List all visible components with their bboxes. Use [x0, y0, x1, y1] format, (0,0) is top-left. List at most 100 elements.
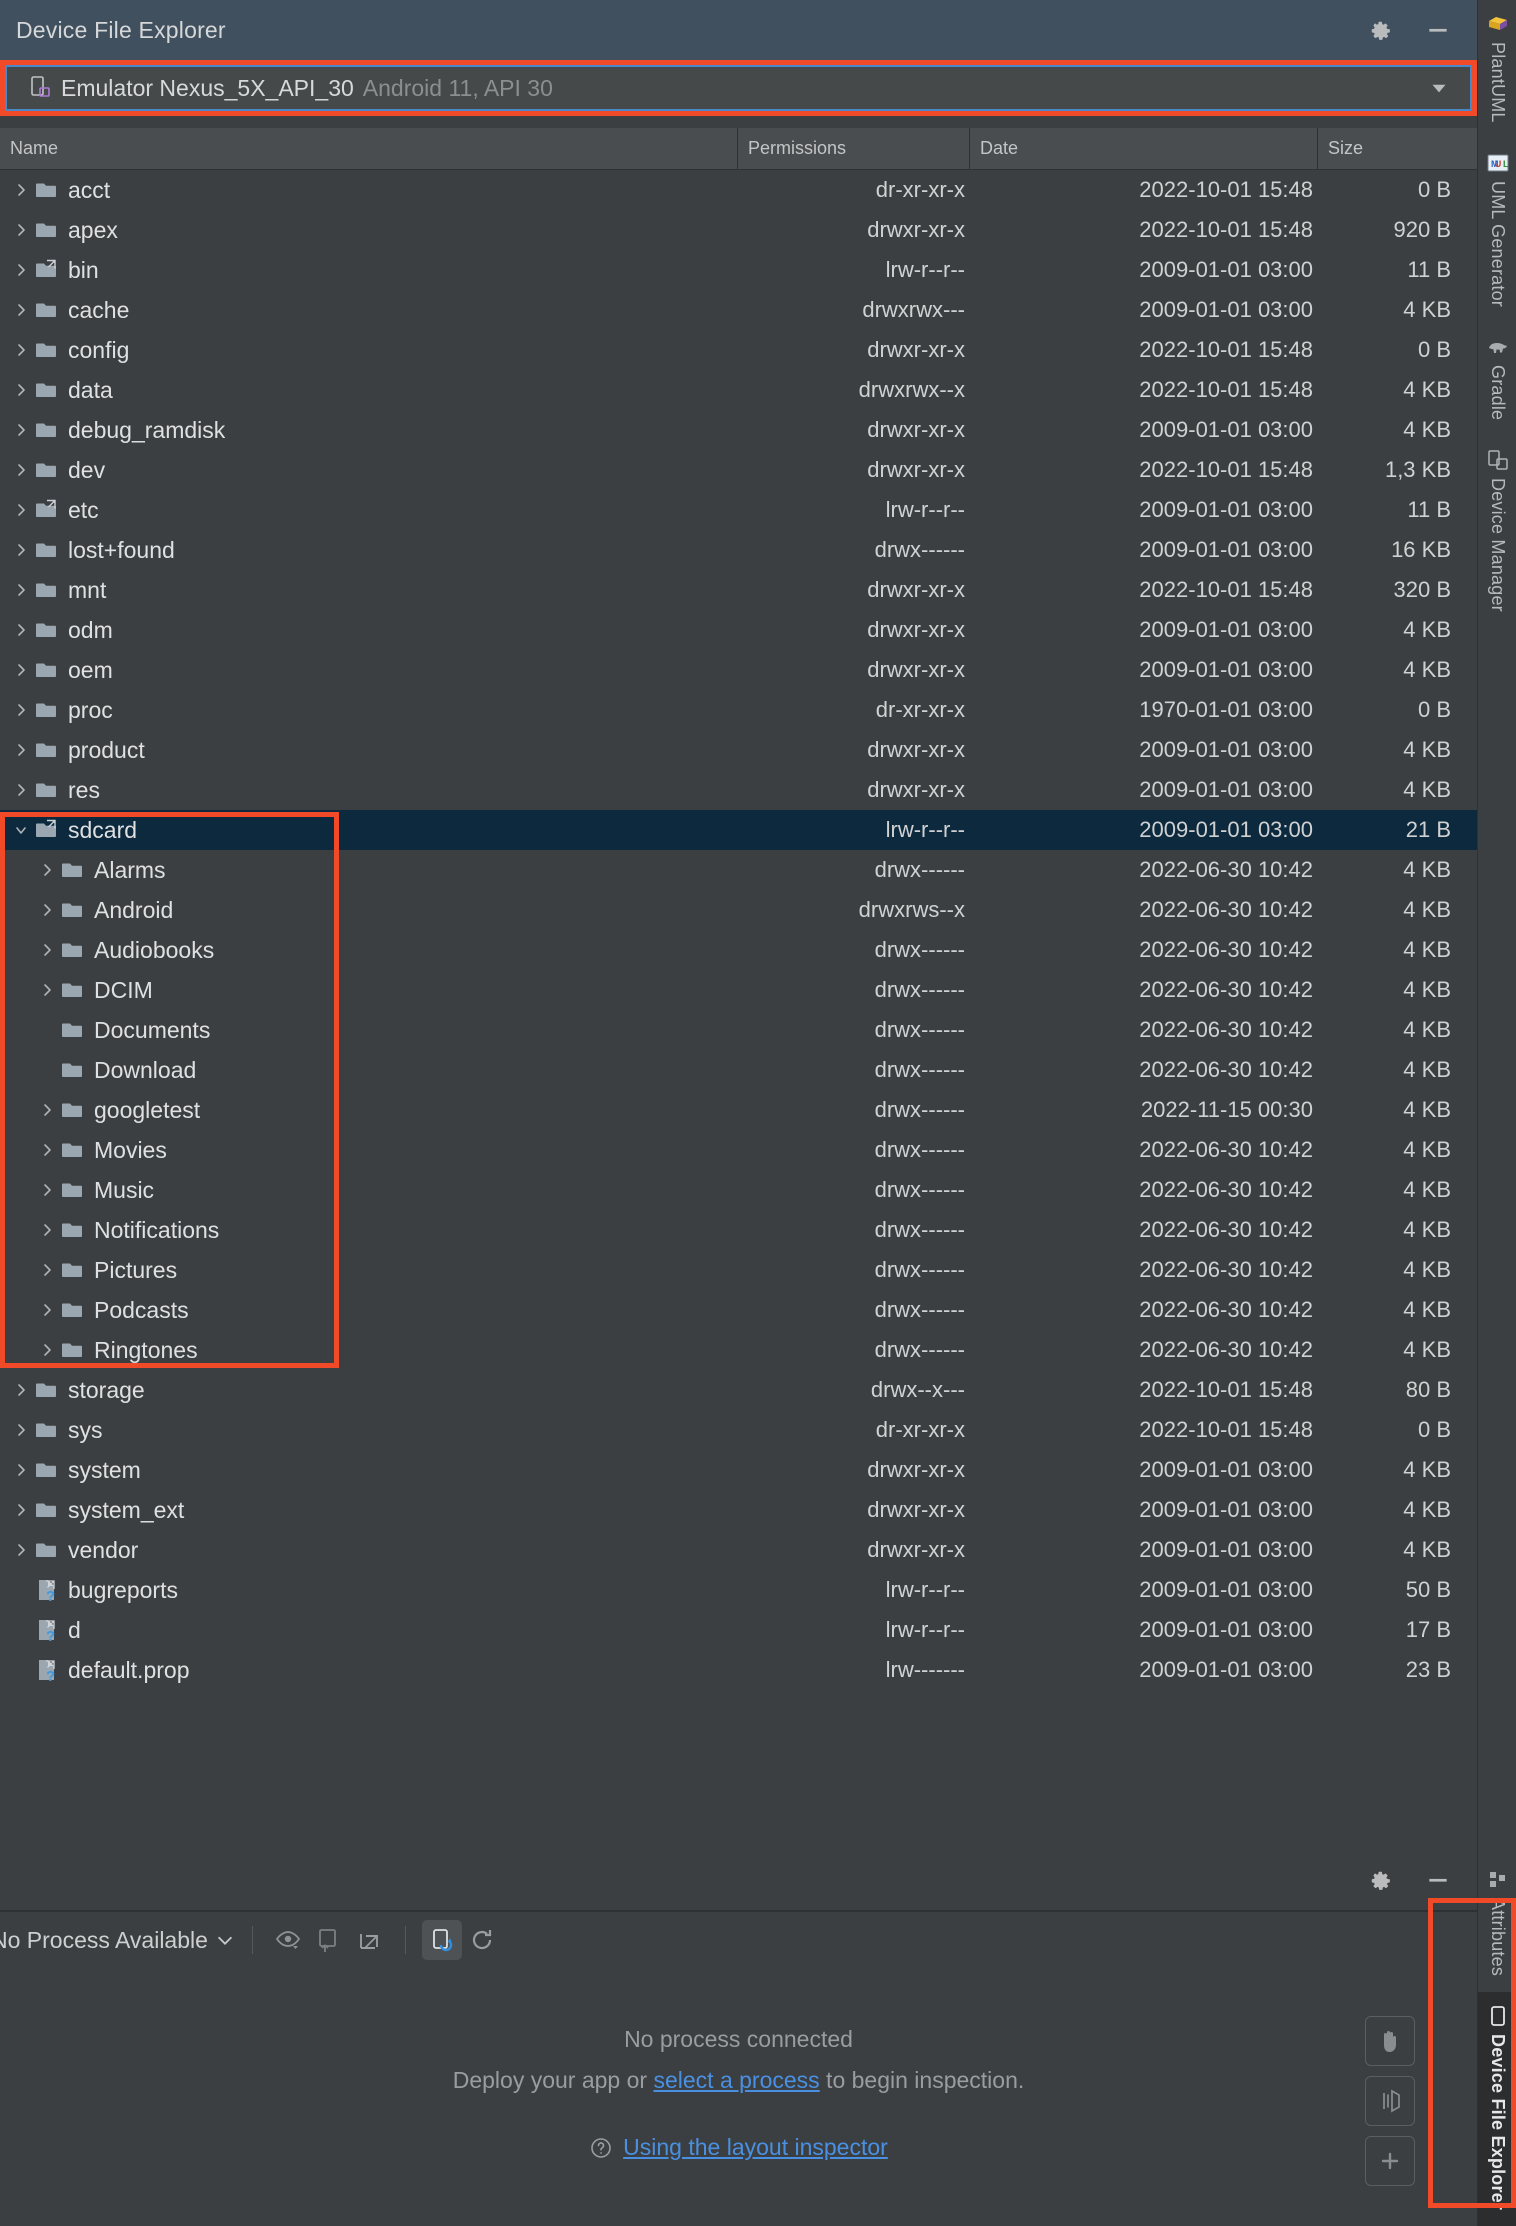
eye-dropdown-icon[interactable] [269, 1920, 309, 1960]
table-row[interactable]: system drwxr-xr-x 2009-01-01 03:00 4 KB [0, 1450, 1477, 1490]
gear-icon[interactable] [1367, 1867, 1393, 1893]
table-row[interactable]: data drwxrwx--x 2022-10-01 15:48 4 KB [0, 370, 1477, 410]
minimize-icon[interactable] [1425, 17, 1451, 43]
file-name-cell[interactable]: system_ext [0, 1490, 737, 1530]
file-name-cell[interactable]: lost+found [0, 530, 737, 570]
file-name-cell[interactable]: Alarms [0, 850, 737, 890]
chevron-right-icon[interactable] [34, 937, 60, 963]
table-row[interactable]: Notifications drwx------ 2022-06-30 10:42 4… [0, 1210, 1477, 1250]
table-row[interactable]: ? default.prop lrw------- 2009-01-01 03:00 2… [0, 1650, 1477, 1690]
chevron-right-icon[interactable] [8, 697, 34, 723]
file-name-cell[interactable]: sys [0, 1410, 737, 1450]
rail-item-attributes[interactable]: Attributes [1478, 1856, 1516, 1992]
chevron-right-icon[interactable] [34, 1337, 60, 1363]
file-name-cell[interactable]: Notifications [0, 1210, 737, 1250]
minimize-icon[interactable] [1425, 1867, 1451, 1893]
chevron-right-icon[interactable] [34, 1177, 60, 1203]
chevron-right-icon[interactable] [8, 497, 34, 523]
table-row[interactable]: Music drwx------ 2022-06-30 10:42 4 KB [0, 1170, 1477, 1210]
chevron-right-icon[interactable] [34, 977, 60, 1003]
table-row[interactable]: proc dr-xr-xr-x 1970-01-01 03:00 0 B [0, 690, 1477, 730]
chevron-right-icon[interactable] [8, 737, 34, 763]
table-row[interactable]: Audiobooks drwx------ 2022-06-30 10:42 4 KB [0, 930, 1477, 970]
file-name-cell[interactable]: oem [0, 650, 737, 690]
file-name-cell[interactable]: proc [0, 690, 737, 730]
layers-3d-icon[interactable] [1365, 2076, 1415, 2126]
file-name-cell[interactable]: cache [0, 290, 737, 330]
file-name-cell[interactable]: res [0, 770, 737, 810]
export-snapshot-icon[interactable] [349, 1920, 389, 1960]
table-row[interactable]: storage drwx--x--- 2022-10-01 15:48 80 B [0, 1370, 1477, 1410]
chevron-down-icon[interactable] [8, 817, 34, 843]
chevron-right-icon[interactable] [34, 1217, 60, 1243]
table-row[interactable]: sdcard lrw-r--r-- 2009-01-01 03:00 21 B [0, 810, 1477, 850]
table-row[interactable]: Download drwx------ 2022-06-30 10:42 4 KB [0, 1050, 1477, 1090]
file-name-cell[interactable]: storage [0, 1370, 737, 1410]
table-row[interactable]: bin lrw-r--r-- 2009-01-01 03:00 11 B [0, 250, 1477, 290]
gear-icon[interactable] [1367, 17, 1393, 43]
device-selector[interactable]: Emulator Nexus_5X_API_30 Android 11, API… [0, 60, 1477, 116]
file-name-cell[interactable]: acct [0, 170, 737, 210]
table-row[interactable]: ? d lrw-r--r-- 2009-01-01 03:00 17 B [0, 1610, 1477, 1650]
column-header-name[interactable]: Name [0, 128, 737, 169]
table-row[interactable]: system_ext drwxr-xr-x 2009-01-01 03:00 4 KB [0, 1490, 1477, 1530]
rail-item-gradle[interactable]: Gradle [1478, 323, 1516, 436]
chevron-right-icon[interactable] [8, 657, 34, 683]
chevron-down-icon[interactable] [1426, 75, 1452, 101]
table-row[interactable]: DCIM drwx------ 2022-06-30 10:42 4 KB [0, 970, 1477, 1010]
file-name-cell[interactable]: Pictures [0, 1250, 737, 1290]
rail-item-plantuml[interactable]: PlantUML [1478, 0, 1516, 139]
file-tree[interactable]: acct dr-xr-xr-x 2022-10-01 15:48 0 B apex drw… [0, 170, 1477, 1850]
file-name-cell[interactable]: ? default.prop [0, 1650, 737, 1690]
rail-item-uml-generator[interactable]: U M L UML Generator [1478, 139, 1516, 323]
rail-item-device-file-explorer[interactable]: Device File Explorer [1478, 1991, 1516, 2226]
chevron-right-icon[interactable] [34, 1257, 60, 1283]
table-row[interactable]: lost+found drwx------ 2009-01-01 03:00 16 K… [0, 530, 1477, 570]
table-row[interactable]: config drwxr-xr-x 2022-10-01 15:48 0 B [0, 330, 1477, 370]
file-name-cell[interactable]: dev [0, 450, 737, 490]
file-name-cell[interactable]: data [0, 370, 737, 410]
file-name-cell[interactable]: config [0, 330, 737, 370]
file-name-cell[interactable]: sdcard [0, 810, 737, 850]
column-header-permissions[interactable]: Permissions [737, 128, 969, 169]
refresh-icon[interactable] [462, 1920, 502, 1960]
chevron-right-icon[interactable] [8, 577, 34, 603]
table-row[interactable]: etc lrw-r--r-- 2009-01-01 03:00 11 B [0, 490, 1477, 530]
live-updates-icon[interactable] [421, 1920, 462, 1960]
file-name-cell[interactable]: Ringtones [0, 1330, 737, 1370]
table-row[interactable]: odm drwxr-xr-x 2009-01-01 03:00 4 KB [0, 610, 1477, 650]
chevron-right-icon[interactable] [8, 177, 34, 203]
file-name-cell[interactable]: ? bugreports [0, 1570, 737, 1610]
chevron-right-icon[interactable] [8, 217, 34, 243]
table-row[interactable]: debug_ramdisk drwxr-xr-x 2009-01-01 03:00 4… [0, 410, 1477, 450]
table-row[interactable]: sys dr-xr-xr-x 2022-10-01 15:48 0 B [0, 1410, 1477, 1450]
table-row[interactable]: product drwxr-xr-x 2009-01-01 03:00 4 KB [0, 730, 1477, 770]
table-row[interactable]: Pictures drwx------ 2022-06-30 10:42 4 KB [0, 1250, 1477, 1290]
chevron-right-icon[interactable] [8, 617, 34, 643]
zoom-in-icon[interactable] [1365, 2136, 1415, 2186]
table-row[interactable]: acct dr-xr-xr-x 2022-10-01 15:48 0 B [0, 170, 1477, 210]
chevron-right-icon[interactable] [8, 417, 34, 443]
chevron-right-icon[interactable] [34, 1137, 60, 1163]
chevron-right-icon[interactable] [34, 897, 60, 923]
chevron-right-icon[interactable] [8, 777, 34, 803]
table-row[interactable]: cache drwxrwx--- 2009-01-01 03:00 4 KB [0, 290, 1477, 330]
table-row[interactable]: dev drwxr-xr-x 2022-10-01 15:48 1,3 KB [0, 450, 1477, 490]
file-name-cell[interactable]: Movies [0, 1130, 737, 1170]
file-name-cell[interactable]: apex [0, 210, 737, 250]
file-name-cell[interactable]: Download [0, 1050, 737, 1090]
chevron-right-icon[interactable] [8, 1457, 34, 1483]
table-row[interactable]: Documents drwx------ 2022-06-30 10:42 4 KB [0, 1010, 1477, 1050]
table-row[interactable]: Podcasts drwx------ 2022-06-30 10:42 4 KB [0, 1290, 1477, 1330]
file-name-cell[interactable]: odm [0, 610, 737, 650]
chevron-right-icon[interactable] [8, 457, 34, 483]
table-row[interactable]: Movies drwx------ 2022-06-30 10:42 4 KB [0, 1130, 1477, 1170]
load-snapshot-icon[interactable] [309, 1920, 349, 1960]
file-name-cell[interactable]: Android [0, 890, 737, 930]
table-row[interactable]: ? bugreports lrw-r--r-- 2009-01-01 03:00 50 … [0, 1570, 1477, 1610]
chevron-right-icon[interactable] [8, 537, 34, 563]
chevron-right-icon[interactable] [8, 1537, 34, 1563]
table-row[interactable]: mnt drwxr-xr-x 2022-10-01 15:48 320 B [0, 570, 1477, 610]
pan-hand-icon[interactable] [1365, 2016, 1415, 2066]
column-header-date[interactable]: Date [969, 128, 1317, 169]
